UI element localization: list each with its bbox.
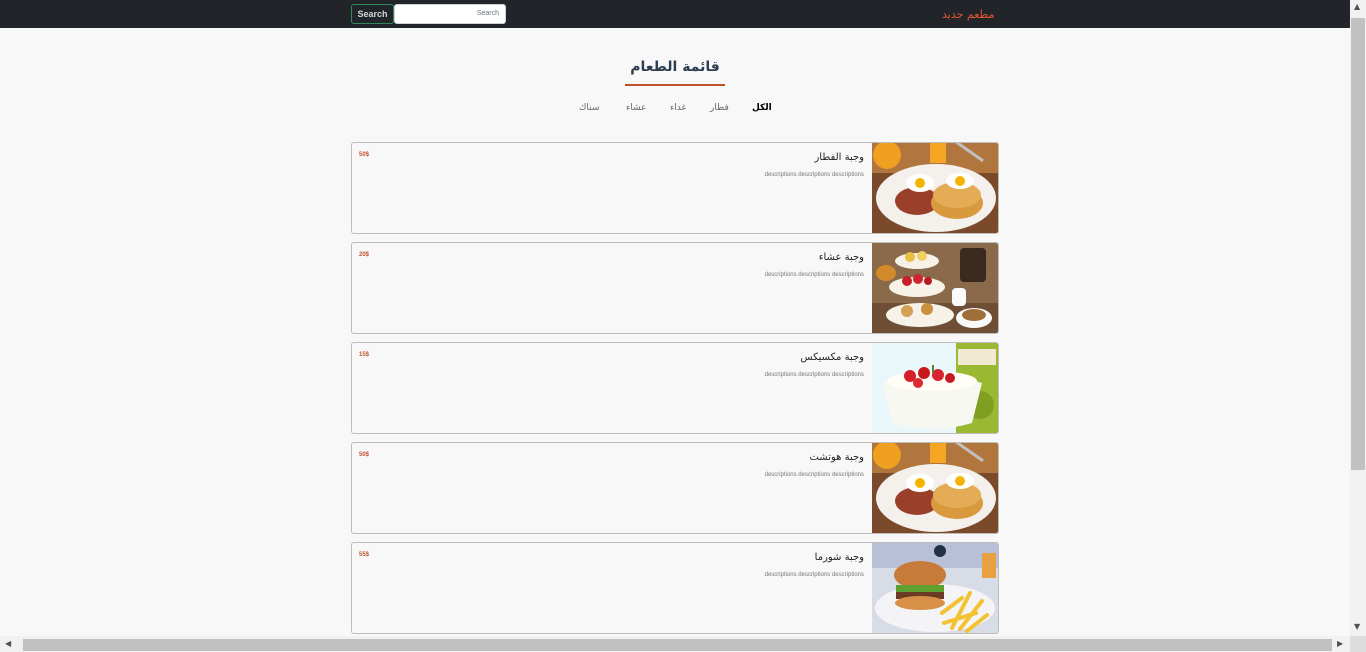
scroll-left-arrow-icon[interactable]: ◀ [5,639,11,648]
scroll-down-arrow-icon[interactable]: ▼ [1354,622,1360,631]
tab-dinner[interactable]: عشاء [626,103,646,113]
vertical-scroll-thumb[interactable] [1351,18,1365,470]
tab-breakfast[interactable]: فطار [710,103,729,113]
menu-item-card[interactable]: 50$ وجبة الفطار descriptions description… [351,142,999,234]
title-underline [625,84,725,86]
scroll-right-arrow-icon[interactable]: ▶ [1337,639,1343,648]
item-price: 15$ [359,352,370,358]
search-button[interactable]: Search [351,4,394,24]
breakfast-plate-image [872,443,998,533]
brand-link[interactable]: مطعم جديد [942,8,994,21]
breakfast-plate-image [872,143,998,233]
menu-item-card[interactable]: 15$ وجبة مكسيكس descriptions description… [351,342,999,434]
item-description: descriptions descriptions descriptions [764,272,864,278]
scrollbar-corner [1350,636,1366,652]
search-input[interactable]: Search [394,4,506,24]
item-description: descriptions descriptions descriptions [764,572,864,578]
afternoon-tea-image [872,243,998,333]
scroll-up-arrow-icon[interactable]: ▲ [1354,2,1360,11]
menu-item-card[interactable]: 55$ وجبة شورما descriptions descriptions… [351,542,999,634]
item-title: وجبة عشاء [818,252,864,263]
item-title: وجبة الفطار [814,152,864,163]
item-price: 20$ [359,252,370,258]
item-title: وجبة هوتشت [809,452,864,463]
item-title: وجبة شورما [814,552,864,563]
tab-lunch[interactable]: غداء [670,103,686,113]
tab-all[interactable]: الكل [752,103,772,113]
category-tabs: الكل فطار غداء عشاء سناك [560,103,790,117]
menu-item-card[interactable]: 50$ وجبة هوتشت descriptions descriptions… [351,442,999,534]
menu-item-card[interactable]: 20$ وجبة عشاء descriptions descriptions … [351,242,999,334]
yogurt-strawberry-image [872,343,998,433]
item-price: 55$ [359,552,370,558]
item-description: descriptions descriptions descriptions [764,472,864,478]
tab-snack[interactable]: سناك [579,103,599,113]
item-title: وجبة مكسيكس [800,352,864,363]
item-description: descriptions descriptions descriptions [764,172,864,178]
item-price: 50$ [359,152,370,158]
navbar: Search Search مطعم جديد [0,0,1350,28]
item-description: descriptions descriptions descriptions [764,372,864,378]
burger-fries-image [872,543,998,633]
horizontal-scroll-thumb[interactable] [23,639,1332,651]
page-title: قائمة الطعام [630,59,720,75]
item-price: 50$ [359,452,370,458]
